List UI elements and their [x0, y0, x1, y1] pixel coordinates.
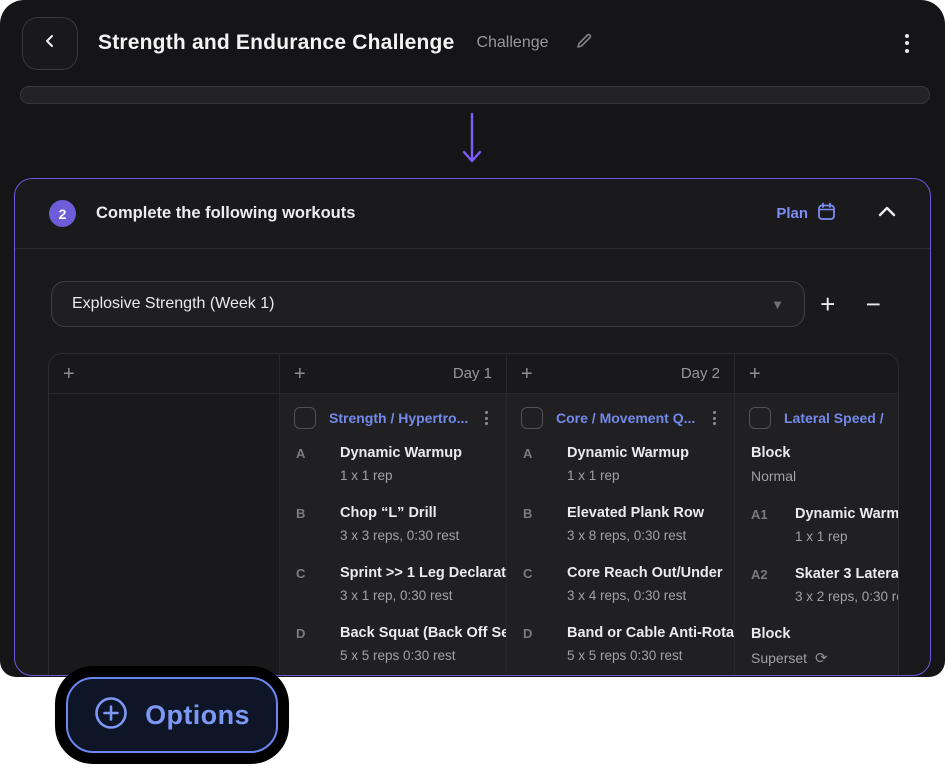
block-row: Block Superset ⟳ — [751, 626, 890, 667]
add-week-button[interactable]: + — [805, 281, 851, 327]
exercise-row[interactable]: A Dynamic Warmup 1 x 1 rep — [296, 445, 498, 483]
workout-header: Core / Movement Q... — [507, 394, 734, 431]
grid-header-day3: + — [735, 354, 898, 394]
workout-header: Strength / Hypertro... — [280, 394, 506, 431]
workout-title[interactable]: Lateral Speed / Ply — [784, 410, 884, 426]
workout-grid: + + Day 1 + Day 2 + Strength / Hypertro.… — [48, 353, 899, 676]
page-title: Strength and Endurance Challenge — [98, 31, 454, 55]
plus-circle-icon — [94, 696, 128, 735]
exercise-list: Block Normal A1 Dynamic Warmup 1 x 1 rep… — [735, 431, 898, 667]
superset-cycle-icon: ⟳ — [815, 649, 828, 667]
exercise-row[interactable]: B Elevated Plank Row 3 x 8 reps, 0:30 re… — [523, 505, 726, 543]
grid-column-day3: Lateral Speed / Ply Block Normal A1 Dyna… — [735, 394, 898, 676]
workout-title[interactable]: Core / Movement Q... — [556, 410, 703, 426]
remove-week-button[interactable]: − — [851, 281, 897, 327]
grid-header-day1: + Day 1 — [280, 354, 507, 394]
add-workout-icon[interactable]: + — [294, 364, 306, 384]
plan-label: Plan — [776, 205, 808, 222]
exercise-row[interactable]: D Back Squat (Back Off Set) 5 x 5 reps 0… — [296, 625, 498, 663]
kebab-icon — [905, 34, 909, 38]
week-select[interactable]: Explosive Strength (Week 1) ▼ — [51, 281, 805, 327]
add-workout-icon[interactable]: + — [521, 364, 533, 384]
step-title: Complete the following workouts — [96, 204, 355, 223]
exercise-row[interactable]: A Dynamic Warmup 1 x 1 rep — [523, 445, 726, 483]
more-menu-button[interactable] — [899, 28, 915, 59]
exercise-row[interactable]: A1 Dynamic Warmup 1 x 1 rep — [751, 506, 890, 544]
workout-checkbox[interactable] — [749, 407, 771, 429]
back-button[interactable] — [22, 17, 78, 70]
step-card: 2 Complete the following workouts Plan E… — [14, 178, 931, 676]
page-type-label: Challenge — [476, 34, 548, 52]
grid-column-day1: Strength / Hypertro... A Dynamic Warmup … — [280, 394, 507, 676]
chevron-down-icon: ▼ — [771, 297, 784, 312]
options-button[interactable]: Options — [66, 677, 278, 753]
grid-column-rest — [49, 394, 280, 676]
chevron-left-icon — [42, 33, 58, 54]
exercise-row[interactable]: C Core Reach Out/Under 3 x 4 reps, 0:30 … — [523, 565, 726, 603]
add-workout-icon[interactable]: + — [63, 364, 75, 384]
step-header: 2 Complete the following workouts Plan — [15, 179, 930, 249]
workout-header: Lateral Speed / Ply — [735, 394, 898, 431]
workout-menu-button[interactable] — [709, 407, 720, 429]
calendar-icon — [817, 202, 836, 225]
pencil-icon — [575, 32, 593, 55]
app-window: Strength and Endurance Challenge Challen… — [0, 0, 945, 677]
step-number-badge: 2 — [49, 200, 76, 227]
workout-menu-button[interactable] — [481, 407, 492, 429]
grid-header-day2: + Day 2 — [507, 354, 735, 394]
exercise-row[interactable]: B Chop “L” Drill 3 x 3 reps, 0:30 rest — [296, 505, 498, 543]
chevron-up-icon — [878, 205, 896, 223]
collapsed-step-card[interactable] — [20, 86, 930, 104]
day-label: Day 1 — [453, 365, 492, 382]
exercise-row[interactable]: C Sprint >> 1 Leg Declarations 3 x 1 rep… — [296, 565, 498, 603]
grid-column-day2: Core / Movement Q... A Dynamic Warmup 1 … — [507, 394, 735, 676]
week-select-value: Explosive Strength (Week 1) — [72, 295, 274, 313]
flow-down-arrow-icon — [458, 110, 486, 173]
workout-title[interactable]: Strength / Hypertro... — [329, 410, 475, 426]
plan-button[interactable]: Plan — [776, 202, 836, 225]
options-button-highlight-ring: Options — [55, 666, 289, 764]
exercise-row[interactable]: A2 Skater 3 Lateral Ho 3 x 2 reps, 0:30 … — [751, 566, 890, 604]
edit-title-button[interactable] — [575, 32, 593, 55]
workout-checkbox[interactable] — [294, 407, 316, 429]
workout-checkbox[interactable] — [521, 407, 543, 429]
add-workout-icon[interactable]: + — [749, 364, 761, 384]
top-bar: Strength and Endurance Challenge Challen… — [0, 0, 945, 86]
options-button-label: Options — [145, 700, 250, 731]
day-label: Day 2 — [681, 365, 720, 382]
block-row: Block Normal — [751, 445, 890, 484]
collapse-section-button[interactable] — [878, 205, 896, 223]
week-selector-row: Explosive Strength (Week 1) ▼ + − — [51, 281, 896, 327]
grid-header-rest: + — [49, 354, 280, 394]
exercise-row[interactable]: D Band or Cable Anti-Rotati... 5 x 5 rep… — [523, 625, 726, 663]
exercise-list: A Dynamic Warmup 1 x 1 rep B Elevated Pl… — [507, 431, 734, 663]
exercise-list: A Dynamic Warmup 1 x 1 rep B Chop “L” Dr… — [280, 431, 506, 663]
